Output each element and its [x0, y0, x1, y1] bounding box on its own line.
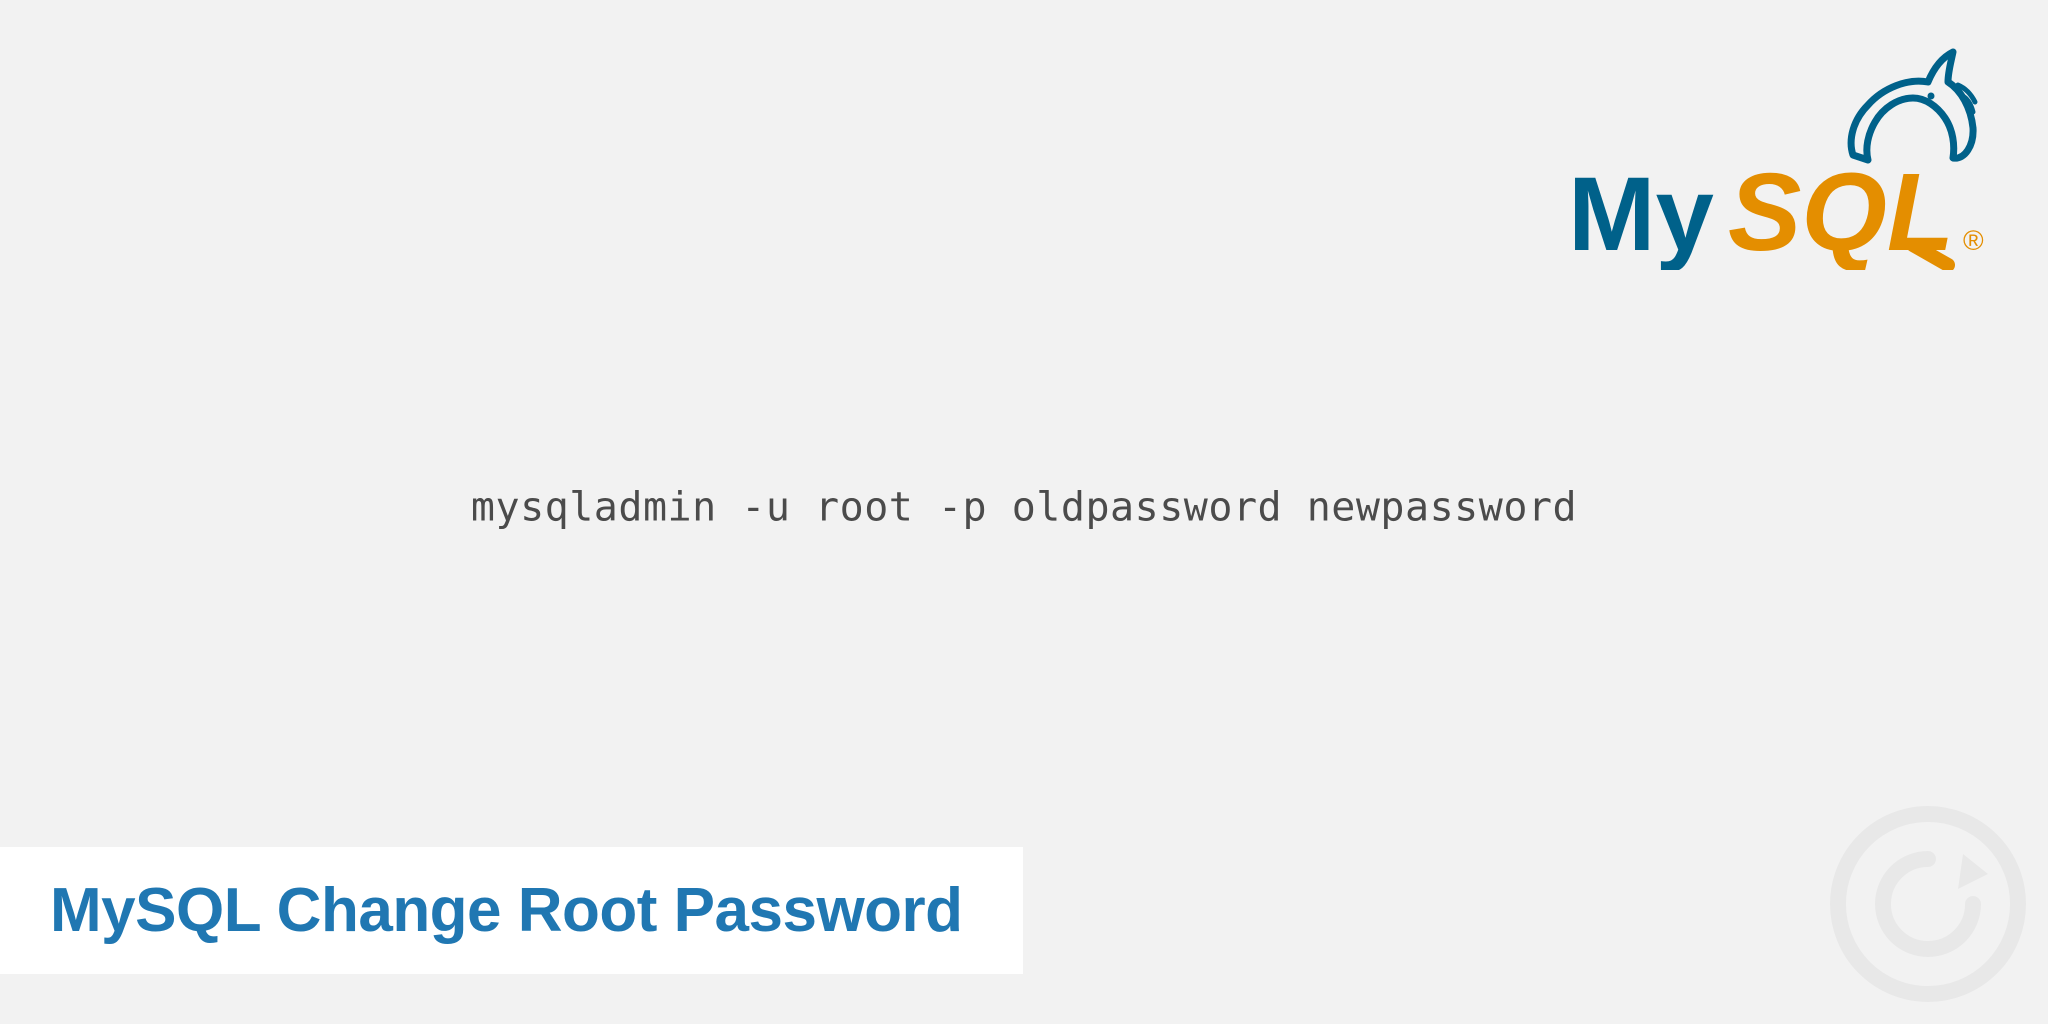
- command-text: mysqladmin -u root -p oldpassword newpas…: [471, 484, 1577, 530]
- title-bar: MySQL Change Root Password: [0, 847, 1023, 974]
- logo-trademark: ®: [1963, 225, 1984, 256]
- logo-text-my: My: [1568, 156, 1714, 270]
- watermark-icon: [1828, 804, 2028, 1004]
- page-title: MySQL Change Root Password: [50, 875, 963, 946]
- mysql-logo: My SQL ®: [1568, 40, 1988, 275]
